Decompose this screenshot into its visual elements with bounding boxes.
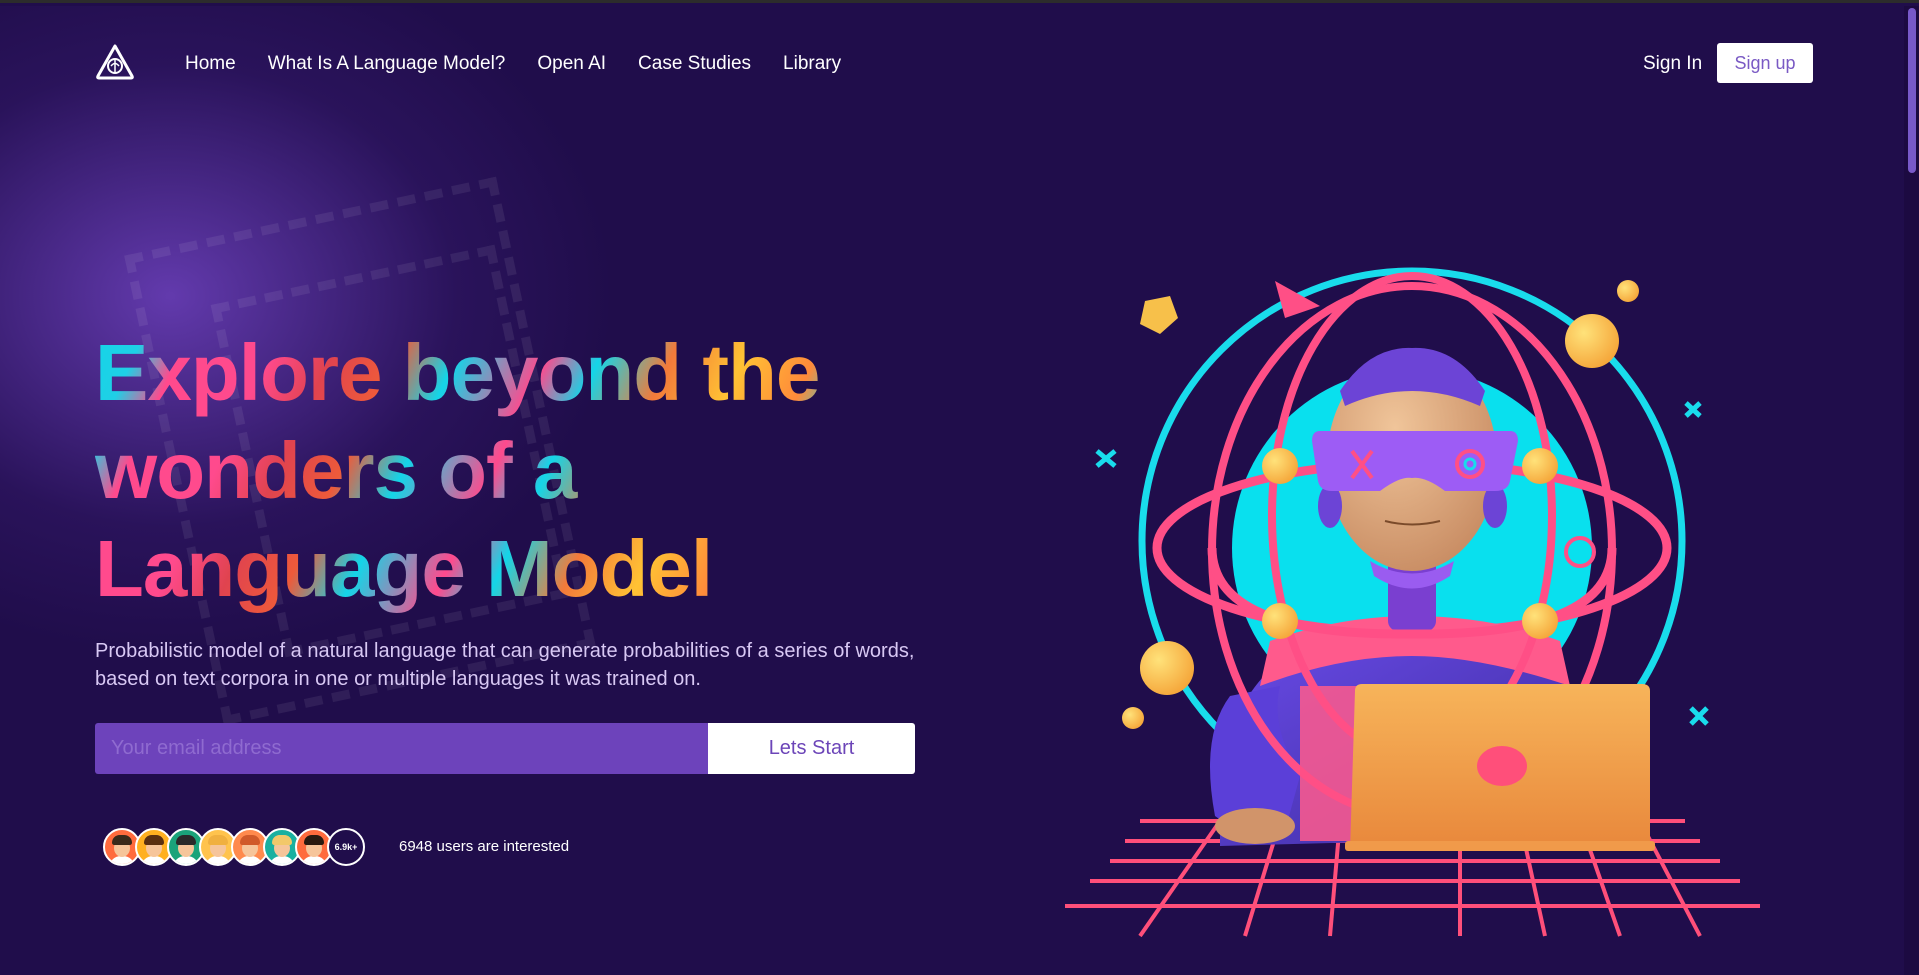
- email-signup-form: Lets Start: [95, 723, 915, 774]
- users-interested-text: 6948 users are interested: [399, 838, 570, 855]
- sign-in-link[interactable]: Sign In: [1643, 53, 1702, 75]
- top-navigation: Home What Is A Language Model? Open AI C…: [0, 6, 1904, 116]
- hero-title-line-3: Language Model: [95, 524, 713, 613]
- page-scrollbar[interactable]: [1904, 6, 1919, 975]
- hero-title-line-2: wonders of a: [95, 426, 577, 515]
- hero-subtitle: Probabilistic model of a natural languag…: [95, 640, 915, 690]
- nav-link-what-is-language-model[interactable]: What Is A Language Model?: [268, 53, 506, 75]
- hero-title: Explore beyond the wonders of a Language…: [95, 324, 855, 618]
- nav-links: Home What Is A Language Model? Open AI C…: [185, 53, 873, 75]
- logo-icon[interactable]: [95, 44, 135, 80]
- robot-illustration: [1065, 267, 1760, 938]
- sign-up-button[interactable]: Sign up: [1717, 43, 1813, 83]
- user-count-badge: 6.9k+: [327, 828, 365, 866]
- nav-link-home[interactable]: Home: [185, 53, 236, 75]
- nav-link-case-studies[interactable]: Case Studies: [638, 53, 751, 75]
- hero-title-line-1: Explore beyond the: [95, 328, 820, 417]
- nav-link-library[interactable]: Library: [783, 53, 841, 75]
- nav-link-open-ai[interactable]: Open AI: [537, 53, 606, 75]
- scrollbar-thumb[interactable]: [1908, 8, 1916, 173]
- user-avatar-stack: 6.9k+: [103, 828, 365, 866]
- email-input[interactable]: [95, 723, 708, 774]
- lets-start-button[interactable]: Lets Start: [708, 723, 915, 774]
- landing-page: Home What Is A Language Model? Open AI C…: [0, 6, 1904, 975]
